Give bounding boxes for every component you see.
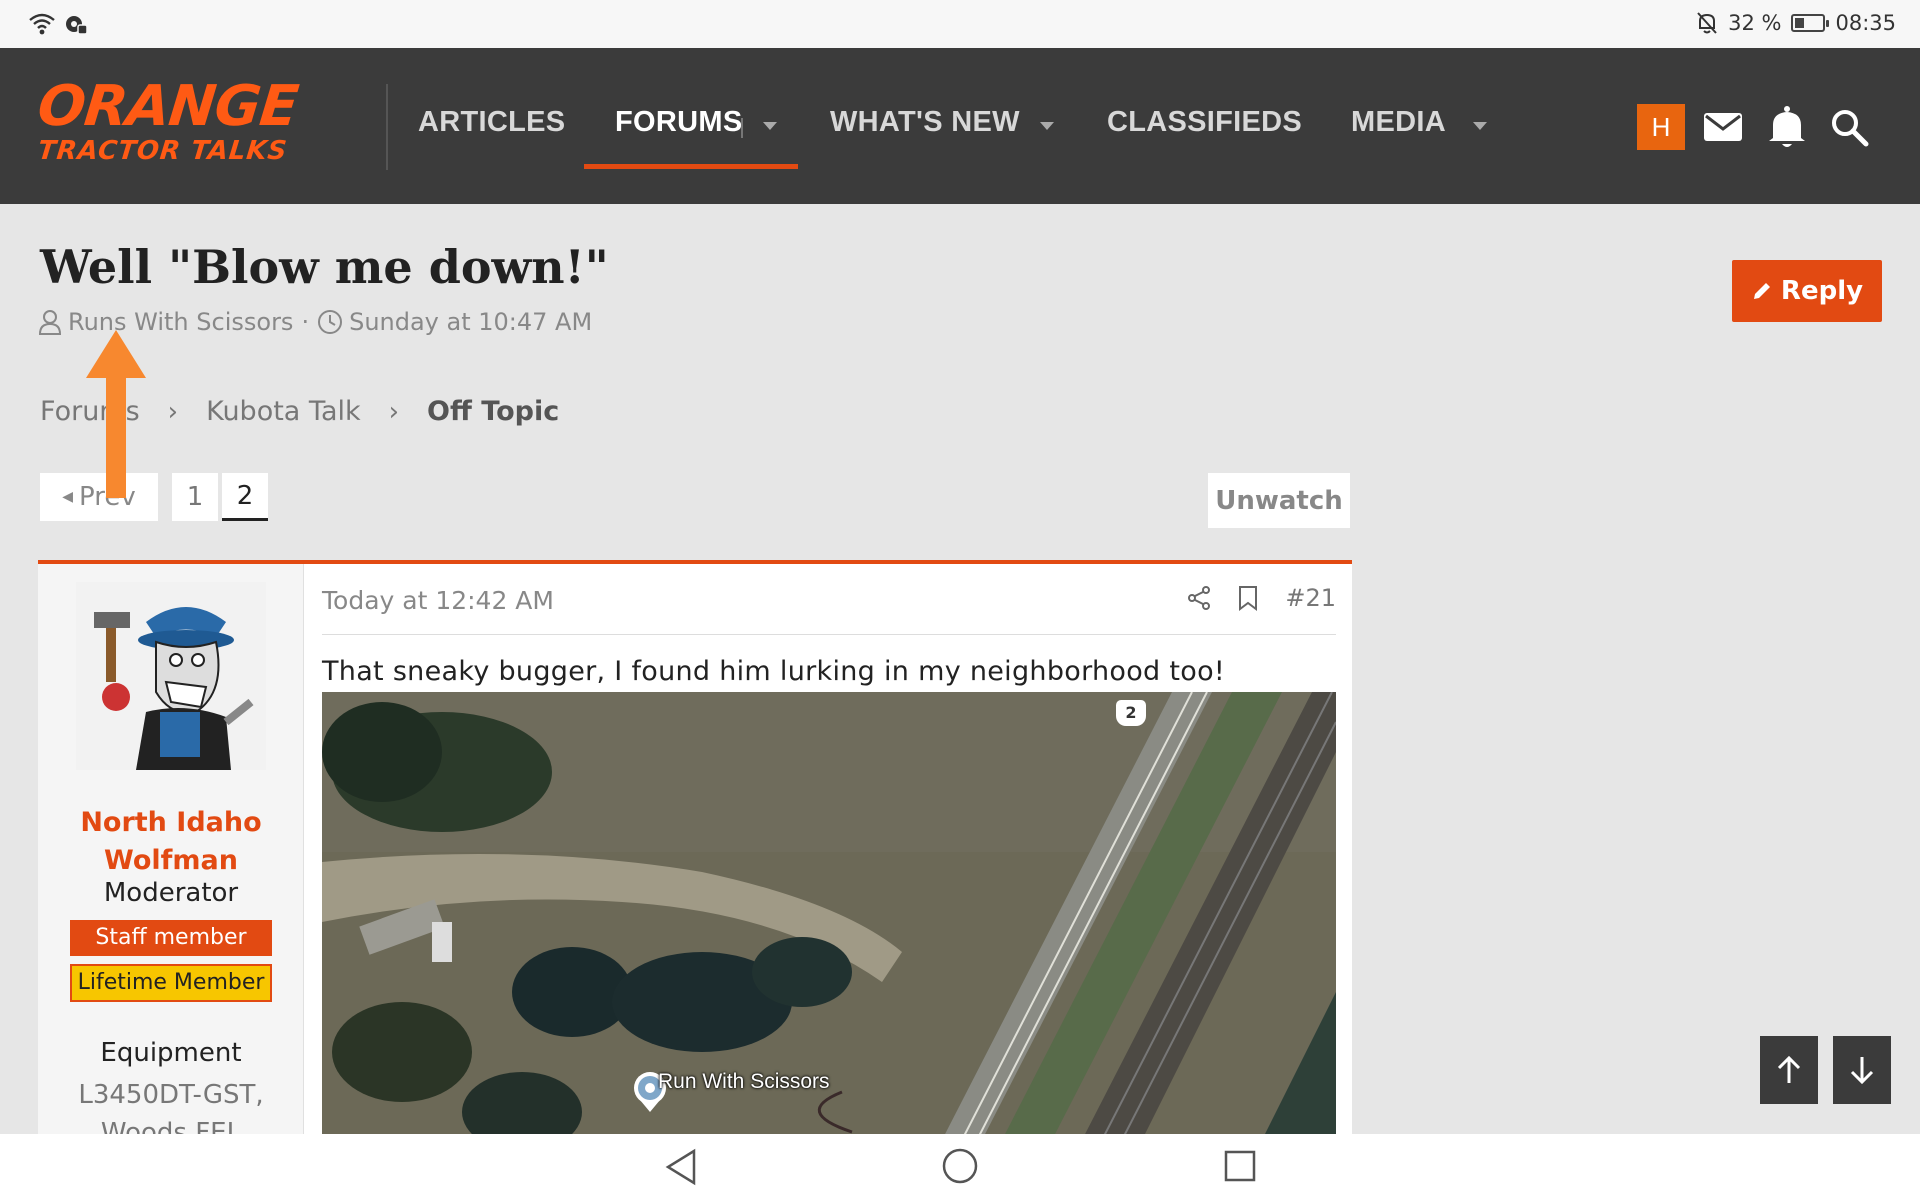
equipment-line1: L3450DT-GST, [78, 1080, 264, 1110]
recents-icon[interactable] [1223, 1149, 1257, 1183]
home-icon[interactable] [941, 1147, 979, 1185]
user-avatar-button[interactable]: H [1637, 104, 1685, 150]
post-number[interactable]: #21 [1285, 584, 1336, 612]
wifi-icon [29, 13, 55, 35]
clock-icon [318, 310, 343, 334]
reply-button[interactable]: Reply [1732, 260, 1882, 322]
post-message: North Idaho Wolfman Moderator Staff memb… [38, 560, 1352, 1148]
nav-classifieds[interactable]: CLASSIFIEDS [1107, 106, 1302, 139]
status-left [28, 12, 88, 36]
nav-media[interactable]: MEDIA [1351, 106, 1446, 139]
user-avatar[interactable] [76, 582, 266, 770]
search-icon[interactable] [1826, 104, 1872, 150]
status-right: 32 % 08:35 [1696, 11, 1896, 35]
post-user-panel: North Idaho Wolfman Moderator Staff memb… [38, 564, 304, 1148]
wolf-cartoon-image [76, 582, 266, 770]
chevron-left-icon: ◀ [62, 489, 74, 505]
satellite-map-image[interactable]: 2 Run With Scissors [322, 692, 1336, 1140]
post-body-text: That sneaky bugger, I found him lurking … [322, 656, 1226, 687]
settings-notification-icon [66, 16, 88, 35]
equipment-label: Equipment [100, 1038, 242, 1068]
username-line2: Wolfman [104, 845, 238, 876]
nav-articles[interactable]: ARTICLES [418, 106, 565, 139]
thread-date[interactable]: Sunday at 10:47 AM [349, 308, 592, 336]
reply-label: Reply [1780, 276, 1864, 306]
thread-title: Well "Blow me down!" [40, 240, 609, 294]
notifications-off-icon [1697, 12, 1717, 34]
bell-icon[interactable] [1764, 104, 1810, 150]
whats-new-dropdown-icon[interactable] [1040, 122, 1054, 130]
pencil-icon [1753, 283, 1770, 299]
post-divider [322, 634, 1336, 635]
meta-separator: · [301, 308, 310, 336]
chevron-right-icon: › [167, 396, 179, 427]
media-dropdown-icon[interactable] [1473, 122, 1487, 130]
staff-badge: Staff member [70, 920, 272, 956]
bookmark-icon[interactable] [1237, 585, 1259, 611]
battery-icon [1791, 14, 1830, 32]
top-navbar: ORANGE TRACTOR TALKS ARTICLES FORUMS WHA… [0, 48, 1920, 204]
arrow-up-icon [1777, 1055, 1801, 1083]
unwatch-button[interactable]: Unwatch [1208, 473, 1350, 528]
share-icon[interactable] [1187, 585, 1211, 611]
nav-divider [386, 84, 388, 170]
logo-top-text: ORANGE [34, 74, 301, 139]
page-2[interactable]: 2 [222, 473, 268, 521]
route-shield: 2 [1116, 700, 1146, 726]
page-1[interactable]: 1 [172, 473, 218, 521]
nav-whats-new[interactable]: WHAT'S NEW [830, 106, 1020, 139]
status-bar: 32 % 08:35 [0, 0, 1920, 48]
scroll-top-button[interactable] [1760, 1036, 1818, 1104]
clock: 08:35 [1835, 11, 1896, 35]
nav-active-indicator [584, 164, 798, 169]
battery-percent: 32 % [1728, 11, 1782, 35]
back-icon[interactable] [664, 1148, 698, 1186]
nav-forums[interactable]: FORUMS [615, 106, 742, 139]
logo-bottom-text: TRACTOR TALKS [36, 136, 289, 166]
mail-icon[interactable] [1700, 104, 1746, 150]
user-role: Moderator [103, 878, 239, 908]
scroll-bottom-button[interactable] [1833, 1036, 1891, 1104]
forums-dropdown-icon[interactable] [763, 122, 777, 130]
post-actions: #21 [1187, 584, 1336, 612]
username-line1: North Idaho [80, 807, 262, 838]
chevron-right-icon: › [388, 396, 400, 427]
annotation-arrow [86, 330, 146, 498]
site-logo[interactable]: ORANGE TRACTOR TALKS [34, 74, 358, 166]
system-nav-bar [0, 1134, 1920, 1200]
user-icon [38, 310, 62, 335]
breadcrumb-current[interactable]: Off Topic [427, 396, 559, 427]
post-date[interactable]: Today at 12:42 AM [322, 586, 554, 615]
breadcrumb-kubota-talk[interactable]: Kubota Talk [206, 396, 361, 427]
post-username[interactable]: North Idaho Wolfman [38, 804, 304, 880]
map-pin-label: Run With Scissors [658, 1070, 830, 1093]
nav-forums-split [741, 118, 743, 138]
lifetime-badge: Lifetime Member [70, 964, 272, 1002]
arrow-down-icon [1850, 1057, 1874, 1085]
battery-fill [1795, 18, 1804, 28]
